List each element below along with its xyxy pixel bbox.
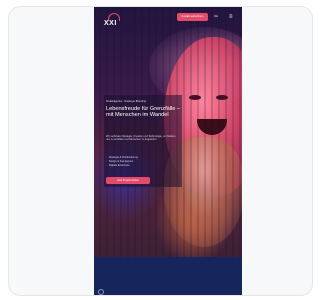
website-screenshot[interactable]: XXI Kontakt aufnehmen DE ≡ Kreativagentu… (94, 7, 242, 295)
hero-eyebrow: Kreativagentur · Employer Branding (106, 100, 146, 103)
contact-button[interactable]: Kontakt aufnehmen (177, 13, 208, 21)
list-item: Digitale Erlebnisse (106, 164, 178, 168)
logo-text: XXI (104, 20, 117, 27)
preview-card: XXI Kontakt aufnehmen DE ≡ Kreativagentu… (8, 6, 313, 296)
hero-headline: Lebensfreude für Grenzfälle – mit Mensch… (106, 106, 181, 119)
logo[interactable]: XXI (102, 13, 126, 29)
language-switch[interactable]: DE (214, 14, 218, 18)
hero-bullet-list: Strategie & Positionierung Design & Kamp… (106, 156, 178, 168)
hero-cta-button[interactable]: Jetzt Projekt starten (106, 177, 150, 184)
hero-body: Wir verbinden Strategie, Kreation und Te… (106, 135, 176, 142)
footer-section (94, 257, 242, 295)
chat-icon[interactable] (98, 289, 104, 295)
menu-icon[interactable]: ≡ (229, 14, 235, 20)
